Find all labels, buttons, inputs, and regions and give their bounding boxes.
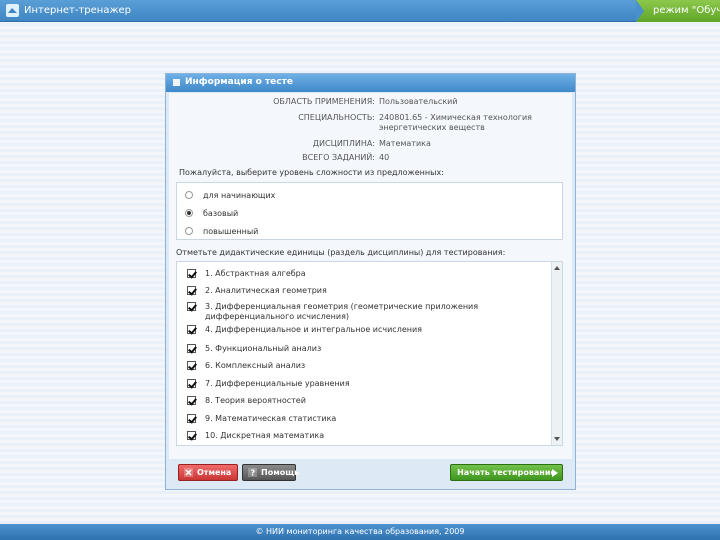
level-option-beginner[interactable]: для начинающих	[185, 189, 275, 201]
dialog-footer: Отмена ? Помощь Начать тестирование	[169, 459, 572, 487]
help-label: Помощь	[261, 468, 300, 477]
unit-item[interactable]: 5. Функциональный анализ	[187, 344, 525, 354]
scroll-down-icon[interactable]	[554, 437, 560, 441]
info-value-discipline: Математика	[379, 139, 431, 148]
unit-checkbox[interactable]	[187, 396, 196, 405]
level-option-basic[interactable]: базовый	[185, 207, 238, 219]
cancel-button[interactable]: Отмена	[178, 464, 238, 481]
unit-label: 7. Дифференциальные уравнения	[205, 379, 350, 388]
unit-label: 4. Дифференциальное и интегральное исчис…	[205, 325, 422, 334]
unit-checkbox[interactable]	[187, 431, 196, 440]
unit-checkbox[interactable]	[187, 325, 196, 334]
info-value-specialty: 240801.65 - Химическая технология	[379, 113, 532, 122]
units-list: 1. Абстрактная алгебра 2. Аналитическая …	[176, 261, 563, 446]
svg-text:?: ?	[251, 469, 256, 478]
info-value-total: 40	[379, 153, 390, 162]
unit-checkbox[interactable]	[187, 379, 196, 388]
level-label: для начинающих	[203, 190, 276, 200]
cancel-label: Отмена	[197, 468, 232, 477]
radio-advanced[interactable]	[185, 227, 193, 235]
help-icon: ?	[248, 468, 257, 477]
unit-checkbox[interactable]	[187, 414, 196, 423]
unit-checkbox[interactable]	[187, 361, 196, 370]
info-label-total: ВСЕГО ЗАДАНИЙ:	[302, 153, 375, 162]
unit-item[interactable]: 7. Дифференциальные уравнения	[187, 379, 525, 389]
copyright-text: © НИИ мониторинга качества образования, …	[255, 527, 465, 536]
info-label-specialty: СПЕЦИАЛЬНОСТЬ:	[298, 113, 375, 122]
unit-checkbox[interactable]	[187, 286, 196, 295]
window-icon	[173, 79, 180, 86]
app-title: Интернет-тренажер	[24, 5, 131, 16]
info-value-scope: Пользовательский	[379, 97, 458, 106]
unit-label: 3. Дифференциальная геометрия (геометрич…	[205, 302, 479, 321]
dialog-header: Информация о тесте	[166, 74, 575, 92]
level-label: базовый	[203, 208, 239, 218]
help-button[interactable]: ? Помощь	[242, 464, 300, 481]
unit-item[interactable]: 6. Комплексный анализ	[187, 361, 525, 371]
start-test-button[interactable]: Начать тестирование	[450, 464, 563, 481]
radio-basic[interactable]	[185, 209, 193, 217]
test-info-dialog: Информация о тесте ОБЛАСТЬ ПРИМЕНЕНИЯ: П…	[165, 73, 576, 490]
info-label-scope: ОБЛАСТЬ ПРИМЕНЕНИЯ:	[273, 97, 375, 106]
units-scrollbar[interactable]	[551, 262, 562, 445]
bottom-bar: © НИИ мониторинга качества образования, …	[0, 524, 720, 540]
unit-label: 8. Теория вероятностей	[205, 396, 306, 405]
radio-beginner[interactable]	[185, 191, 193, 199]
close-icon	[184, 468, 193, 477]
info-value-specialty-cont: энергетических веществ	[379, 123, 485, 132]
unit-checkbox[interactable]	[187, 269, 196, 278]
unit-label: 9. Математическая статистика	[205, 414, 337, 423]
unit-item[interactable]: 10. Дискретная математика	[187, 431, 525, 441]
dialog-title: Информация о тесте	[185, 77, 293, 87]
unit-checkbox[interactable]	[187, 344, 196, 353]
unit-item[interactable]: 4. Дифференциальное и интегральное исчис…	[187, 325, 525, 335]
unit-item[interactable]: 2. Аналитическая геометрия	[187, 286, 525, 296]
unit-item[interactable]: 9. Математическая статистика	[187, 414, 525, 424]
unit-checkbox[interactable]	[187, 302, 196, 311]
unit-label: 6. Комплексный анализ	[205, 361, 306, 370]
scroll-up-icon[interactable]	[554, 266, 560, 270]
unit-label: 2. Аналитическая геометрия	[205, 286, 327, 295]
unit-item[interactable]: 3. Дифференциальная геометрия (геометрич…	[187, 302, 525, 322]
unit-item[interactable]: 1. Абстрактная алгебра	[187, 269, 525, 279]
top-bar: Интернет-тренажер режим "Обучение"	[0, 0, 720, 22]
level-label: повышенный	[203, 226, 259, 236]
unit-label: 5. Функциональный анализ	[205, 344, 322, 353]
unit-item[interactable]: 8. Теория вероятностей	[187, 396, 525, 406]
level-option-advanced[interactable]: повышенный	[185, 225, 258, 237]
unit-label: 1. Абстрактная алгебра	[205, 269, 306, 278]
units-prompt: Отметьте дидактические единицы (раздель …	[176, 248, 506, 257]
info-label-discipline: ДИСЦИПЛИНА:	[312, 139, 375, 148]
unit-label: 10. Дискретная математика	[205, 431, 325, 440]
level-selection-box: для начинающих базовый повышенный	[176, 182, 563, 240]
mode-badge: режим "Обучение"	[636, 0, 720, 22]
app-logo-icon	[6, 4, 19, 17]
start-label: Начать тестирование	[457, 468, 556, 477]
play-icon	[552, 469, 558, 477]
level-prompt: Пожалуйста, выберите уровень сложности и…	[179, 168, 444, 177]
